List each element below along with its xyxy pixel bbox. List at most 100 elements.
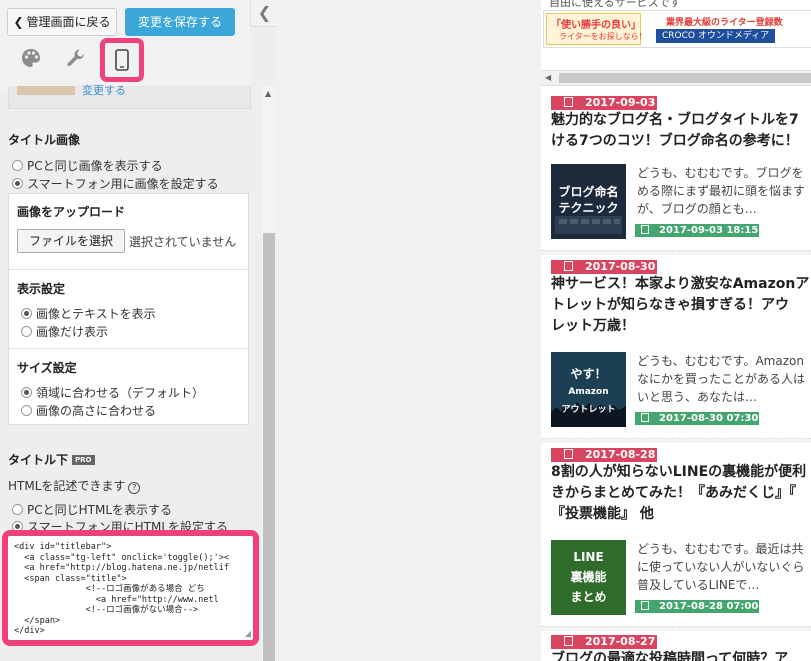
clipped-header-text: 自由に使えるサービスです xyxy=(549,0,681,9)
wrench-icon-graphic xyxy=(67,49,84,67)
post-datetime: 2017-08-28 07:00 xyxy=(659,601,759,612)
excerpt-line: どうも、むむむです。最近は共 xyxy=(637,542,804,556)
html-hint: HTMLを記述できます? xyxy=(8,477,141,494)
calendar-icon xyxy=(641,225,649,234)
scroll-up-arrow-icon[interactable]: ▲ xyxy=(265,89,271,98)
title-line: ブログの最適な投稿時間って何時？ア xyxy=(551,651,789,661)
radio-button[interactable] xyxy=(21,326,32,337)
article-thumbnail[interactable]: やす！ Amazon アウトレット xyxy=(551,352,626,427)
mobile-preview: 自由に使えるサービスです 「使い勝手の良い」 ライターをお探しなら！ 業界最大級… xyxy=(541,0,811,661)
post-datetime: 2017-08-30 07:30 xyxy=(659,413,759,424)
calendar-icon xyxy=(564,449,573,459)
title-line: レット万歳！ xyxy=(551,318,635,334)
radio-size-fit-area[interactable]: 領域に合わせる（デフォルト） xyxy=(21,384,204,401)
profile-image-row: 変更する xyxy=(8,84,251,109)
panel-scrollbar[interactable]: ▲ xyxy=(262,86,276,661)
palette-icon-graphic xyxy=(22,49,40,67)
excerpt-line: が、ブログの顔とも… xyxy=(637,202,757,216)
smartphone-icon xyxy=(115,49,129,71)
radio-button[interactable] xyxy=(12,504,23,515)
radio-size-fit-height[interactable]: 画像の高さに合わせる xyxy=(21,402,156,419)
article-card[interactable]: 2017-08-30 神サービス！本家より激安なAmazonア トレットが知らなき… xyxy=(541,260,811,436)
article-divider xyxy=(541,626,811,631)
horizontal-scrollbar[interactable]: ◀ xyxy=(541,70,811,86)
customizer-header: ❮ 管理画面に戻る 変更を保存する xyxy=(0,0,250,90)
radio-label: 画像とテキストを表示 xyxy=(36,307,156,321)
radio-html-pc[interactable]: PCと同じHTMLを表示する xyxy=(12,501,172,518)
panel-scroll-thumb[interactable] xyxy=(263,233,275,661)
article-thumbnail[interactable]: LINE 裏機能 まとめ xyxy=(551,540,626,615)
post-date-badge: 2017-09-03 xyxy=(551,96,657,110)
radio-label: PCと同じ画像を表示する xyxy=(27,159,163,173)
article-title[interactable]: 8割の人が知らないLINEの裏機能が便利 きからまとめてみた！『あみだくじ』『 『投… xyxy=(551,462,811,525)
customizer-panel: ❮ 管理画面に戻る 変更を保存する ❮ 変更する ▲ タイトル画像 PCと同じ画… xyxy=(0,0,278,661)
help-icon[interactable]: ? xyxy=(128,482,141,494)
chevron-left-icon: ❮ xyxy=(13,15,24,29)
post-datetime-badge: 2017-08-30 07:30 xyxy=(635,412,759,425)
palette-icon[interactable] xyxy=(17,47,45,75)
post-date: 2017-08-30 xyxy=(585,260,656,273)
title-line: 神サービス！本家より激安なAmazonア xyxy=(551,276,810,292)
html-code-text[interactable]: <div id="titlebar"> <a class="tg-left" o… xyxy=(14,542,229,637)
article-excerpt: どうも、むむむです。最近は共 に使っていない人がいないぐら 普及しているLINEで… xyxy=(637,540,811,594)
article-card[interactable]: 2017-08-27 ブログの最適な投稿時間って何時？ア xyxy=(541,635,811,661)
resize-handle-icon[interactable]: ◢ xyxy=(245,629,251,638)
horizontal-scroll-thumb[interactable] xyxy=(559,73,811,83)
divider xyxy=(9,348,248,349)
scroll-left-arrow-icon[interactable]: ◀ xyxy=(545,73,551,82)
post-date: 2017-09-03 xyxy=(585,96,656,109)
post-date: 2017-08-27 xyxy=(585,635,656,648)
smartphone-tab-highlight[interactable] xyxy=(100,38,144,82)
post-date-badge: 2017-08-30 xyxy=(551,260,657,274)
title-line: トレットが知らなきゃ損すぎる！アウ xyxy=(551,297,789,313)
upload-heading: 画像をアップロード xyxy=(17,205,126,219)
thumbnail-caption: ブログ命名テクニック xyxy=(551,184,626,216)
change-image-link[interactable]: 変更する xyxy=(82,82,126,98)
excerpt-line: める際にまず最初に頭を悩ます xyxy=(637,184,806,198)
article-thumbnail[interactable]: ブログ命名テクニック xyxy=(551,164,626,239)
radio-display-image-text[interactable]: 画像とテキストを表示 xyxy=(21,305,156,322)
radio-title-image-pc[interactable]: PCと同じ画像を表示する xyxy=(12,157,163,174)
radio-button[interactable] xyxy=(21,308,32,319)
title-line: 魅力的なブログ名・ブログタイトルを7 xyxy=(551,112,799,128)
radio-title-image-smartphone[interactable]: スマートフォン用に画像を設定する xyxy=(12,175,219,192)
post-date-badge: 2017-08-27 xyxy=(551,635,657,649)
save-changes-button[interactable]: 変更を保存する xyxy=(125,8,235,36)
back-to-admin-button[interactable]: ❮ 管理画面に戻る xyxy=(7,8,117,36)
article-divider xyxy=(541,438,811,443)
article-card[interactable]: 2017-08-28 8割の人が知らないLINEの裏機能が便利 きからまとめてみた… xyxy=(541,448,811,624)
caption-line: 裏機能 xyxy=(570,570,607,584)
excerpt-line: いと思う、あなたは… xyxy=(637,390,758,404)
article-title[interactable]: 魅力的なブログ名・ブログタイトルを7 ける7つのコツ！ブログ命名の参考に！ xyxy=(551,110,811,152)
radio-display-image-only[interactable]: 画像だけ表示 xyxy=(21,323,108,340)
caption-line: テクニック xyxy=(558,201,619,215)
radio-button[interactable] xyxy=(12,160,23,171)
excerpt-line: どうも、むむむです。Amazon xyxy=(637,354,804,368)
radio-button[interactable] xyxy=(21,387,32,398)
file-status-text: 選択されていません xyxy=(129,235,237,249)
wrench-icon[interactable] xyxy=(62,47,90,75)
banner-tagline: 業界最大級のライター登録数 xyxy=(666,18,783,28)
post-date: 2017-08-28 xyxy=(585,448,656,461)
banner-logo: CROCO オウンドメディア xyxy=(656,29,776,43)
article-card[interactable]: 2017-09-03 魅力的なブログ名・ブログタイトルを7 ける7つのコツ！ブログ… xyxy=(541,96,811,246)
title-image-settings-box: 画像をアップロード ファイルを選択 選択されていません 表示設定 画像とテキスト… xyxy=(8,193,249,425)
collapse-panel-button[interactable]: ❮ xyxy=(250,0,277,27)
caption-line: ブログ命名 xyxy=(558,185,619,199)
title-below-heading: タイトル下 PRO xyxy=(8,451,95,468)
post-datetime-badge: 2017-09-03 18:15 xyxy=(635,224,759,237)
choose-file-button[interactable]: ファイルを選択 xyxy=(17,229,125,253)
title-line: ける7つのコツ！ブログ命名の参考に！ xyxy=(551,133,799,149)
caption-line: やす！ xyxy=(570,367,607,381)
html-hint-text: HTMLを記述できます xyxy=(8,479,126,493)
caption-line: Amazon xyxy=(568,387,609,397)
html-code-editor[interactable]: <div id="titlebar"> <a class="tg-left" o… xyxy=(2,530,259,646)
article-title[interactable]: 神サービス！本家より激安なAmazonア トレットが知らなきゃ損すぎる！アウ レット… xyxy=(551,274,811,337)
banner-headline: 「使い勝手の良い」 xyxy=(551,20,641,31)
ad-banner[interactable]: 「使い勝手の良い」 ライターをお探しなら！ 業界最大級のライター登録数 CROC… xyxy=(543,10,811,48)
radio-button[interactable] xyxy=(21,405,32,416)
radio-button[interactable] xyxy=(12,178,23,189)
back-label: 管理画面に戻る xyxy=(26,15,111,29)
banner-left-block: 「使い勝手の良い」 ライターをお探しなら！ xyxy=(546,13,647,45)
article-title[interactable]: ブログの最適な投稿時間って何時？ア xyxy=(551,649,811,661)
